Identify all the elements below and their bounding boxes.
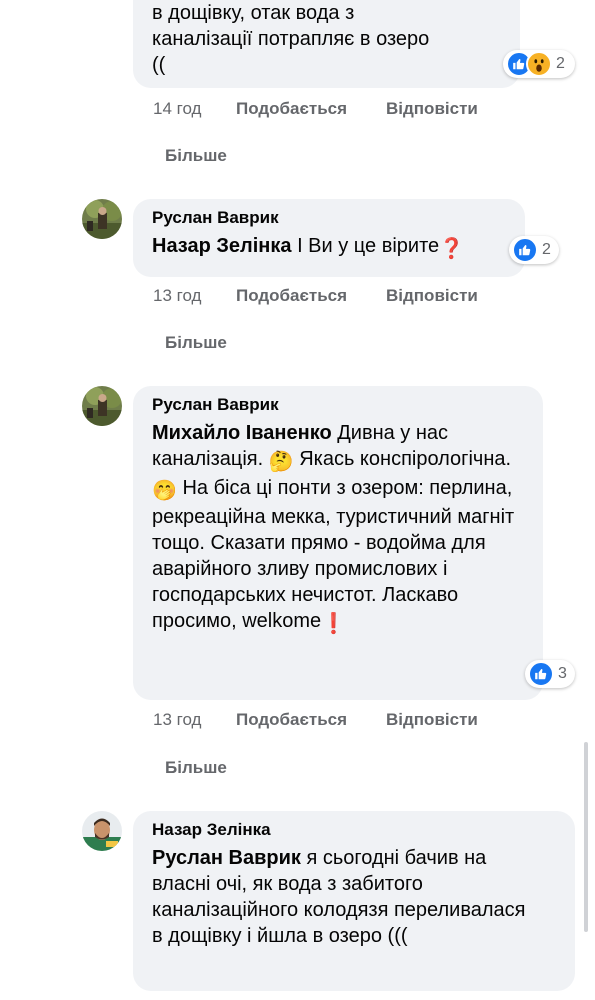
mention-link[interactable]: Михайло Іваненко <box>152 422 332 444</box>
comment-text-content: І Ви у це вірите <box>291 235 440 257</box>
comment-text: Руслан Ваврик я сьогодні бачив на власні… <box>152 845 557 949</box>
comment-text-line: каналізації потрапляє в озеро <box>152 28 430 50</box>
avatar[interactable] <box>82 811 122 851</box>
mention-link[interactable]: Назар Зелінка <box>152 235 292 257</box>
more-button[interactable]: Більше <box>165 756 227 780</box>
comment-timestamp[interactable]: 14 год <box>153 99 236 119</box>
comment-text-content: На біса ці понти з озером: перлина, рекр… <box>152 477 515 632</box>
comment-author[interactable]: Назар Зелінка <box>152 819 557 841</box>
question-mark-emoji: ❓ <box>439 238 465 260</box>
exclamation-mark-emoji: ❗ <box>321 613 347 635</box>
comment-author[interactable]: Руслан Ваврик <box>152 207 507 229</box>
comment-bubble: Руслан Ваврик Назар Зелінка І Ви у це ві… <box>133 199 525 277</box>
comment-timestamp[interactable]: 13 год <box>153 286 236 306</box>
avatar[interactable] <box>82 386 122 426</box>
reaction-count: 3 <box>558 665 567 682</box>
reaction-summary[interactable]: 2 <box>503 50 575 78</box>
comment-actions: 13 год Подобається Відповісти <box>153 708 478 732</box>
comment-text-line: (( <box>152 54 166 76</box>
like-icon <box>512 237 538 263</box>
wow-icon <box>526 51 552 77</box>
reply-button[interactable]: Відповісти <box>386 286 478 306</box>
like-button[interactable]: Подобається <box>236 286 386 306</box>
comment-bubble: Назар Зелінка Руслан Ваврик я сьогодні б… <box>133 811 575 991</box>
more-button[interactable]: Більше <box>165 144 227 168</box>
reply-button[interactable]: Відповісти <box>386 710 478 730</box>
comment-actions: 13 год Подобається Відповісти <box>153 284 478 308</box>
like-icon <box>528 661 554 687</box>
hand-over-mouth-emoji: 🤭 <box>152 480 177 502</box>
comment-bubble: в дощівку, отак вода з каналізації потра… <box>133 0 520 88</box>
reply-button[interactable]: Відповісти <box>386 99 478 119</box>
comment-text: Михайло Іваненко Дивна у нас каналізація… <box>152 420 525 637</box>
comment-author[interactable]: Руслан Ваврик <box>152 394 525 416</box>
comment-thread: в дощівку, отак вода з каналізації потра… <box>0 0 595 1000</box>
comment-bubble: Руслан Ваврик Михайло Іваненко Дивна у н… <box>133 386 543 700</box>
comment-text-line: в дощівку, отак вода з <box>152 2 355 24</box>
reaction-count: 2 <box>542 241 551 258</box>
reaction-summary[interactable]: 2 <box>509 236 559 264</box>
comment-actions: 14 год Подобається Відповісти <box>153 97 478 121</box>
more-button[interactable]: Більше <box>165 331 227 355</box>
reaction-summary[interactable]: 3 <box>525 660 575 688</box>
reaction-count: 2 <box>556 55 565 72</box>
mention-link[interactable]: Руслан Ваврик <box>152 847 301 869</box>
like-button[interactable]: Подобається <box>236 710 386 730</box>
comment-text: Назар Зелінка І Ви у це вірите❓ <box>152 233 507 262</box>
comment-text: в дощівку, отак вода з каналізації потра… <box>152 0 502 78</box>
like-button[interactable]: Подобається <box>236 99 386 119</box>
thinking-emoji: 🤔 <box>268 451 294 473</box>
comment-text-content: Якась конспірологічна. <box>293 448 512 470</box>
scrollbar[interactable] <box>584 742 588 932</box>
avatar[interactable] <box>82 199 122 239</box>
comment-timestamp[interactable]: 13 год <box>153 710 236 730</box>
